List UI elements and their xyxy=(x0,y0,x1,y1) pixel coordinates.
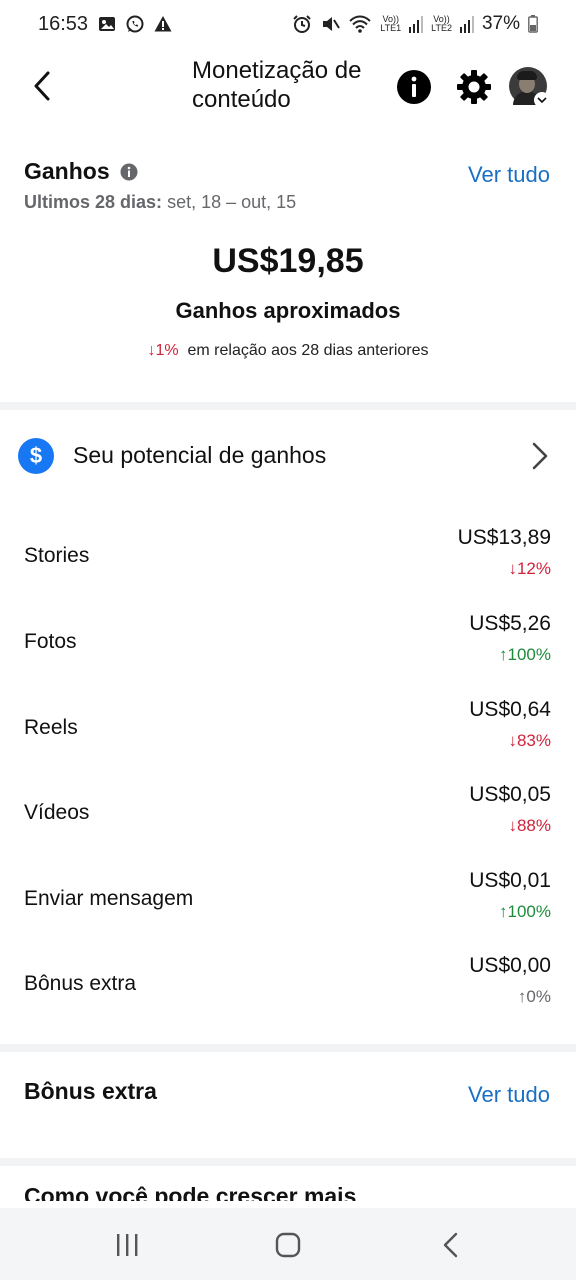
section-divider xyxy=(0,1158,576,1166)
status-right: Vo)) LTE1 Vo)) LTE2 37% xyxy=(292,13,538,35)
row-label: Stories xyxy=(24,544,90,567)
status-left: 16:53 xyxy=(38,13,172,36)
period-range: set, 18 – out, 15 xyxy=(167,192,297,212)
info-icon[interactable] xyxy=(120,163,138,181)
earnings-row[interactable]: Reels US$0,64 ↓83% xyxy=(0,686,576,772)
bonus-section: Bônus extra Ver tudo xyxy=(0,1054,576,1154)
signal-1-icon xyxy=(409,16,424,33)
bonus-see-all-link[interactable]: Ver tudo xyxy=(468,1082,550,1108)
back-button[interactable] xyxy=(24,66,60,106)
warning-icon xyxy=(154,16,172,32)
row-amount: US$5,26 xyxy=(469,612,551,635)
gear-icon xyxy=(457,70,491,104)
system-navigation-bar xyxy=(0,1208,576,1280)
row-label: Vídeos xyxy=(24,801,90,824)
status-bar: 16:53 Vo)) LTE1 Vo)) LTE2 37% xyxy=(0,0,576,48)
info-icon xyxy=(397,70,431,104)
info-button[interactable] xyxy=(396,69,432,105)
top-app-bar: Monetização de conteúdo xyxy=(0,56,576,120)
chevron-down-icon xyxy=(537,97,547,104)
period-label: Ultimos 28 dias: xyxy=(24,192,163,212)
earnings-see-all-link[interactable]: Ver tudo xyxy=(468,162,550,188)
sim2-label: Vo)) LTE2 xyxy=(431,14,452,33)
row-change: ↑100% xyxy=(499,645,551,664)
row-amount: US$0,64 xyxy=(469,698,551,721)
dollar-icon: $ xyxy=(18,438,54,474)
back-arrow-icon xyxy=(34,71,50,101)
next-section-title: Como você pode crescer mais xyxy=(24,1183,357,1201)
row-label: Enviar mensagem xyxy=(24,887,194,910)
status-time: 16:53 xyxy=(38,12,89,35)
earnings-amount-label: Ganhos aproximados xyxy=(175,298,401,323)
row-change: ↓88% xyxy=(508,816,551,835)
home-icon[interactable] xyxy=(273,1230,303,1260)
profile-avatar[interactable] xyxy=(509,67,550,108)
avatar-hair xyxy=(517,71,537,80)
settings-button[interactable] xyxy=(455,68,493,106)
sim1-label: Vo)) LTE1 xyxy=(380,14,402,33)
earning-potential-row[interactable]: $ Seu potencial de ganhos xyxy=(0,418,576,494)
earnings-row[interactable]: Stories US$13,89 ↓12% xyxy=(0,514,576,600)
earnings-change-text: em relação aos 28 dias anteriores xyxy=(187,342,429,359)
earnings-change: ↓1% xyxy=(147,342,179,359)
earnings-section: Ganhos Ver tudo Ultimos 28 dias: set, 18… xyxy=(0,150,576,400)
row-change: ↓83% xyxy=(508,731,551,750)
earnings-amount: US$19,85 xyxy=(212,242,364,280)
row-amount: US$0,00 xyxy=(469,954,551,977)
row-change: ↑100% xyxy=(499,902,551,921)
recent-apps-icon[interactable] xyxy=(112,1230,142,1260)
earnings-row[interactable]: Vídeos US$0,05 ↓88% xyxy=(0,771,576,857)
wifi-icon xyxy=(349,15,371,33)
row-change: ↑0% xyxy=(517,987,551,1006)
section-divider xyxy=(0,1044,576,1052)
battery-icon xyxy=(528,15,538,33)
row-amount: US$0,01 xyxy=(469,869,551,892)
page-title: Monetização de conteúdo xyxy=(192,57,362,113)
earning-potential-label: Seu potencial de ganhos xyxy=(73,442,327,468)
whatsapp-icon xyxy=(126,15,144,33)
earnings-row[interactable]: Fotos US$5,26 ↑100% xyxy=(0,600,576,686)
chevron-right-icon xyxy=(532,442,548,470)
mute-icon xyxy=(323,17,341,31)
account-switch-chevron xyxy=(534,92,550,108)
row-label: Bônus extra xyxy=(24,972,137,995)
earnings-heading: Ganhos xyxy=(24,158,138,185)
earnings-row[interactable]: Bônus extra US$0,00 ↑0% xyxy=(0,942,576,1028)
row-amount: US$0,05 xyxy=(469,783,551,806)
battery-percent: 37% xyxy=(481,13,520,34)
earnings-comparison: ↓1% em relação aos 28 dias anteriores xyxy=(0,342,576,360)
row-label: Fotos xyxy=(24,630,77,653)
back-nav-icon[interactable] xyxy=(436,1230,466,1260)
row-change: ↓12% xyxy=(508,559,551,578)
row-amount: US$13,89 xyxy=(457,526,551,549)
section-divider xyxy=(0,402,576,410)
alarm-icon xyxy=(293,15,311,33)
bonus-title: Bônus extra xyxy=(24,1078,157,1104)
earnings-period: Ultimos 28 dias: set, 18 – out, 15 xyxy=(24,192,296,213)
signal-2-icon xyxy=(459,16,474,33)
row-label: Reels xyxy=(24,716,78,739)
earnings-title: Ganhos xyxy=(24,158,110,184)
earnings-row[interactable]: Enviar mensagem US$0,01 ↑100% xyxy=(0,857,576,943)
gallery-icon xyxy=(99,17,116,31)
